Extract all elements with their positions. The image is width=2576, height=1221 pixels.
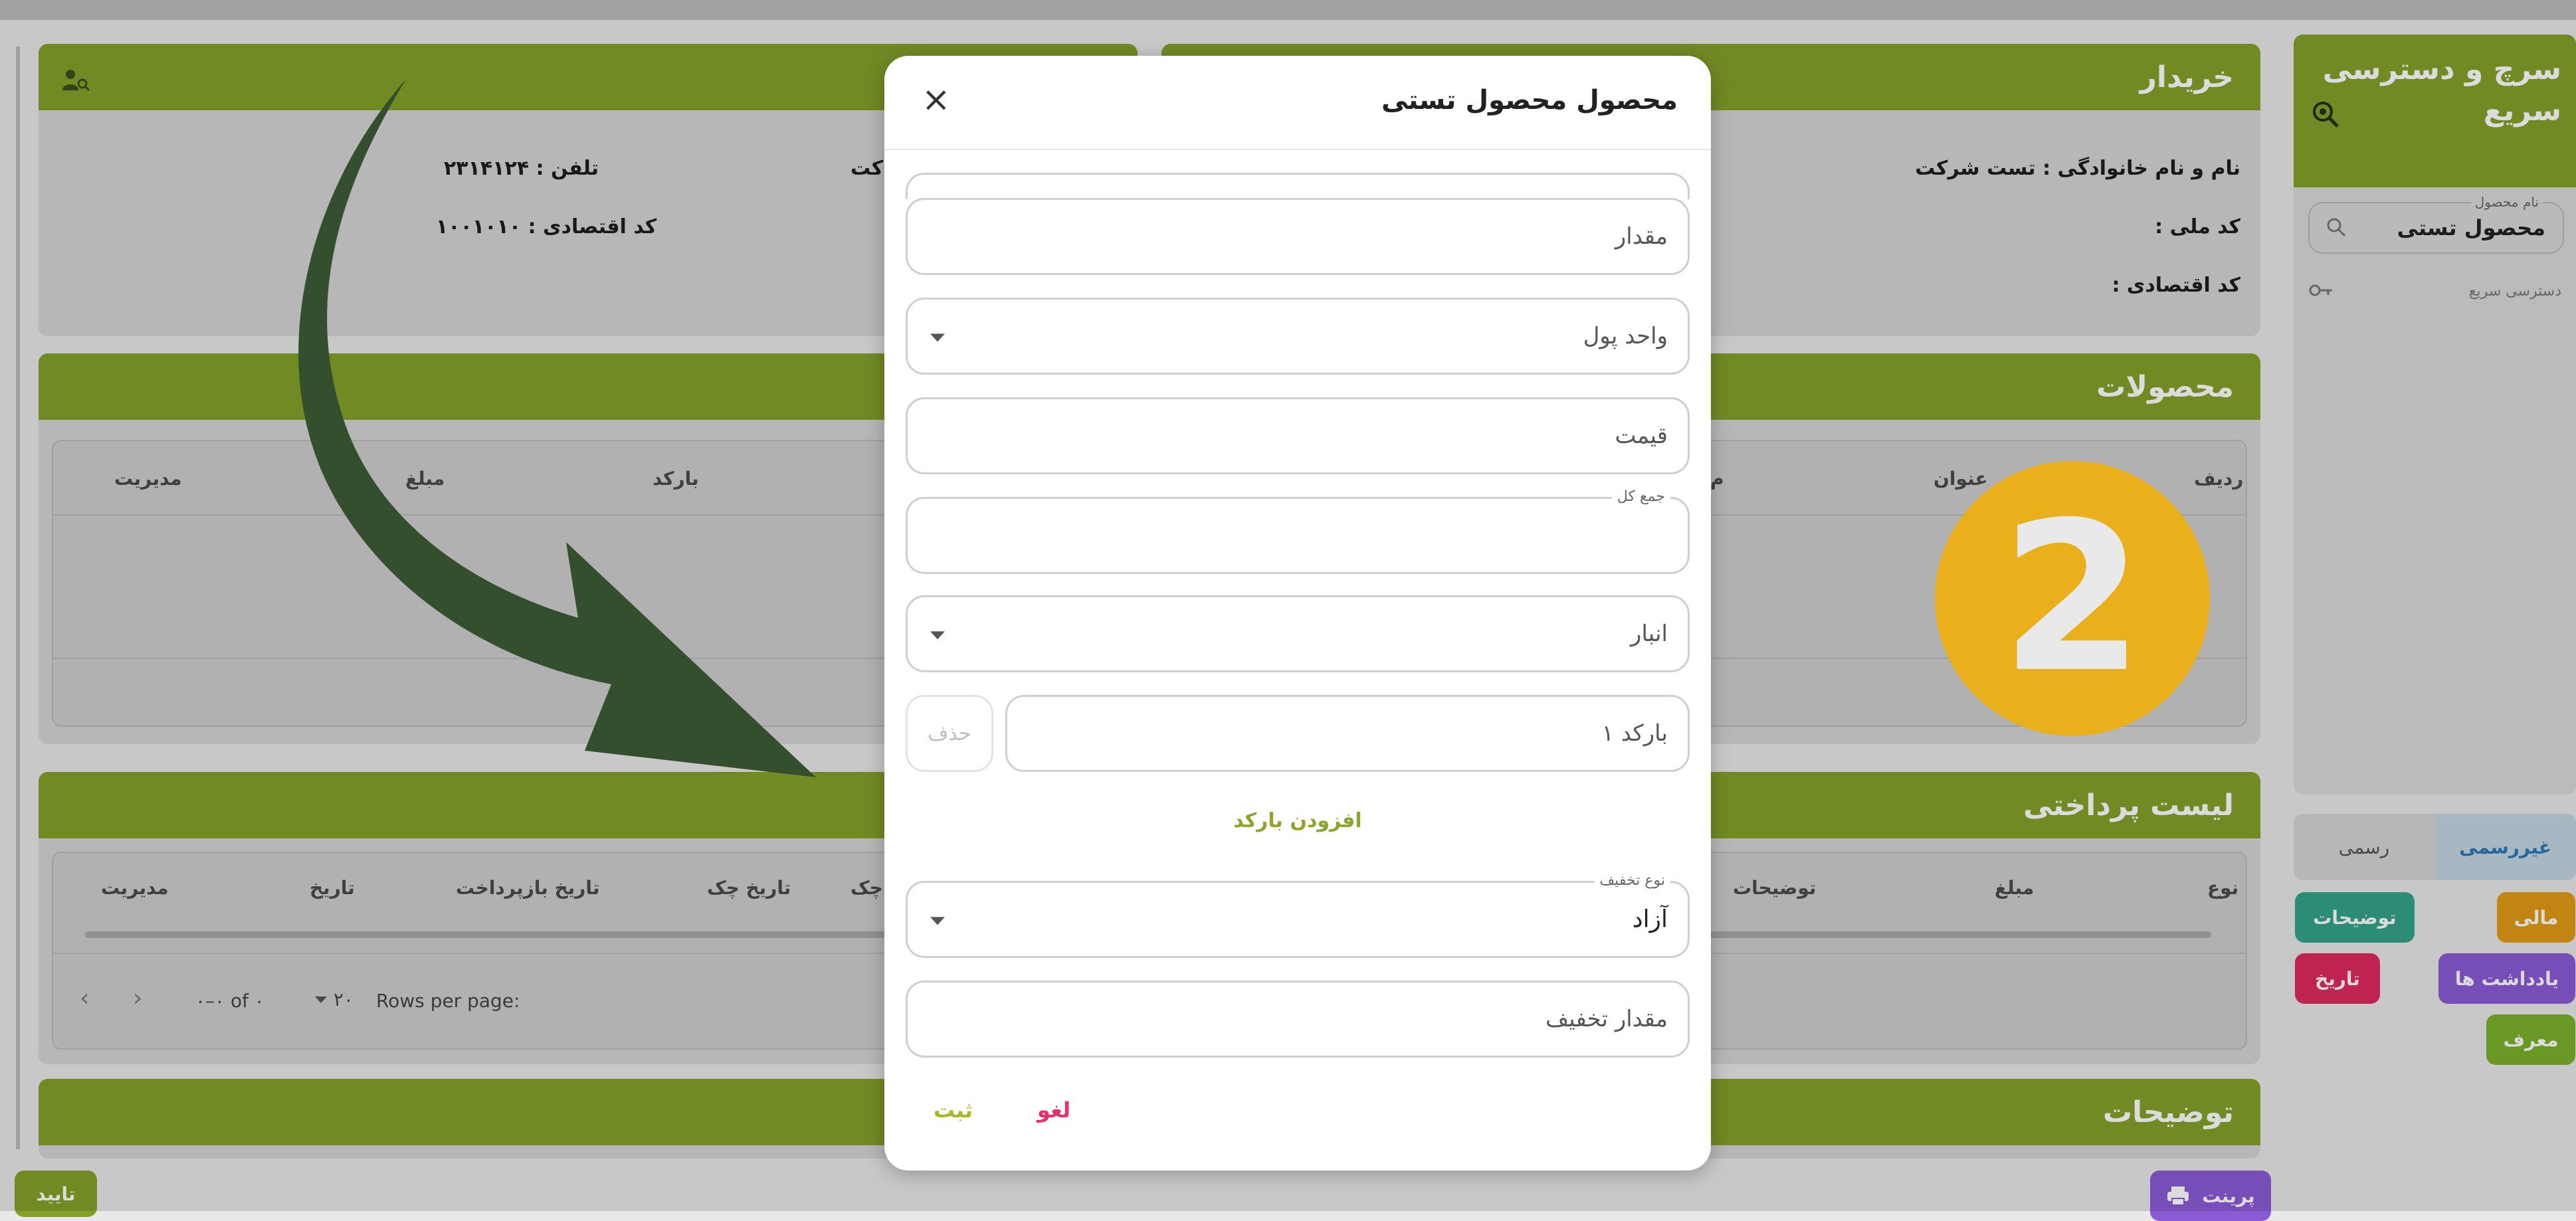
total-label: جمع کل [1611, 488, 1670, 505]
product-modal: محصول محصول تستی × مقدار واحد پول قیمت ج… [884, 56, 1711, 1171]
barcode-input[interactable]: بارکد ۱ [1005, 695, 1690, 772]
submit-button[interactable]: ثبت [924, 1093, 982, 1127]
modal-header-divider [884, 149, 1711, 150]
step-number: 2 [2001, 478, 2144, 718]
warehouse-select[interactable]: انبار [906, 595, 1690, 672]
warehouse-chevron-down-icon [930, 631, 945, 640]
total-field[interactable]: جمع کل [906, 488, 1690, 574]
barcode-placeholder: بارکد ۱ [1601, 720, 1668, 747]
submit-button-label: ثبت [934, 1097, 973, 1123]
step-number-badge: 2 [1935, 461, 2210, 736]
discount-amount-input[interactable]: مقدار تخفیف [906, 981, 1690, 1058]
delete-barcode-label: حذف [928, 721, 971, 745]
discount-amount-placeholder: مقدار تخفیف [1545, 1006, 1668, 1032]
discount-type-value: آزاد [1632, 905, 1668, 933]
warehouse-placeholder: انبار [1631, 620, 1668, 647]
annotation-arrow-icon [298, 78, 817, 777]
amount-input[interactable]: مقدار [906, 198, 1690, 275]
discount-type-label: نوع تخفیف [1594, 872, 1670, 889]
close-icon[interactable]: × [922, 80, 951, 120]
amount-placeholder: مقدار [1615, 223, 1668, 250]
price-input[interactable]: قیمت [906, 397, 1690, 474]
currency-chevron-down-icon [930, 333, 945, 342]
discount-type-chevron-down-icon [930, 917, 945, 925]
currency-select[interactable]: واحد پول [906, 298, 1690, 375]
discount-type-select[interactable]: نوع تخفیف آزاد [906, 872, 1690, 958]
add-barcode-button[interactable]: افزودن بارکد [884, 809, 1711, 832]
delete-barcode-button[interactable]: حذف [906, 695, 993, 772]
currency-placeholder: واحد پول [1583, 323, 1668, 349]
modal-title: محصول محصول تستی [1381, 85, 1678, 116]
cancel-button[interactable]: لغو [1028, 1093, 1080, 1127]
partial-field[interactable] [906, 173, 1690, 199]
price-placeholder: قیمت [1615, 423, 1668, 449]
add-barcode-label: افزودن بارکد [1233, 809, 1362, 832]
cancel-button-label: لغو [1037, 1097, 1071, 1123]
